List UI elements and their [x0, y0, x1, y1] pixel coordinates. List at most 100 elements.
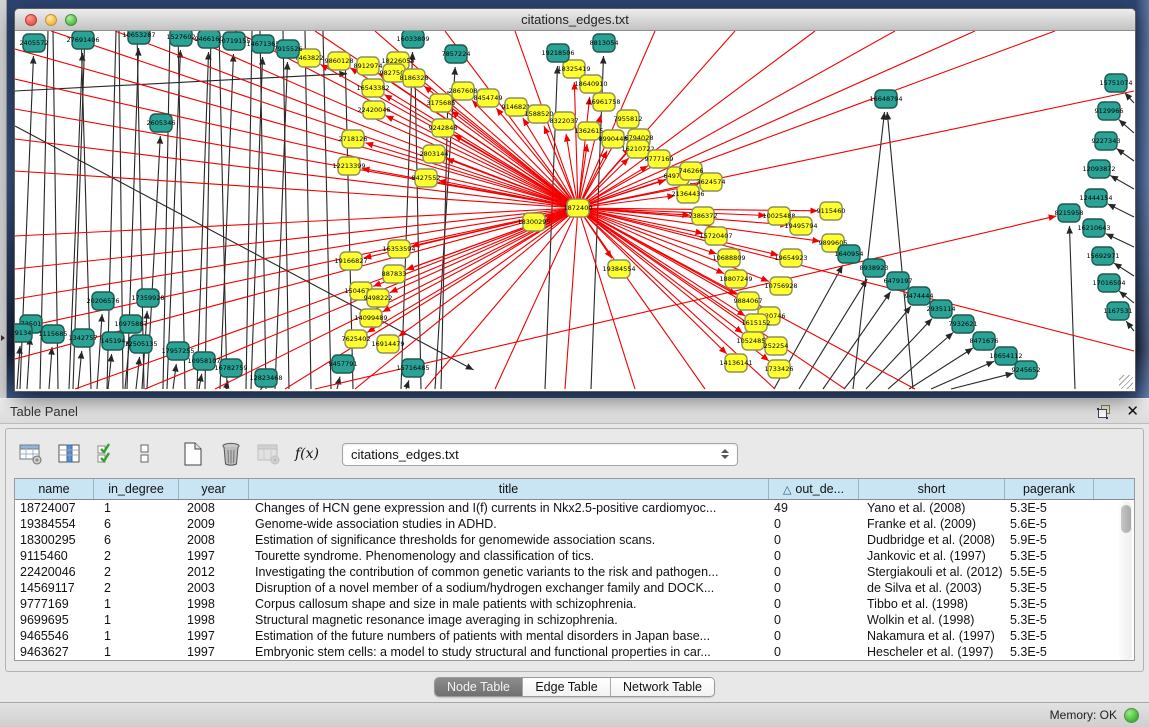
table-body[interactable]: 1872400712008Changes of HCN gene express…: [15, 500, 1134, 660]
graph-node[interactable]: 17359928: [131, 289, 164, 307]
column-header-short[interactable]: short: [859, 479, 1005, 499]
graph-node[interactable]: 27691406: [66, 31, 99, 49]
graph-node[interactable]: 22420046: [357, 101, 390, 119]
float-panel-icon[interactable]: [1097, 404, 1112, 419]
graph-node[interactable]: 9245652: [1012, 361, 1041, 379]
graph-node[interactable]: 10756928: [764, 277, 797, 295]
cell-short[interactable]: Dudbridge et al. (2008): [859, 532, 1005, 548]
graph-node[interactable]: 8912974: [354, 57, 383, 75]
cell-short[interactable]: Wolkin et al. (1998): [859, 612, 1005, 628]
cell-pagerank[interactable]: 5.3E-5: [1005, 628, 1094, 644]
graph-node[interactable]: 887833: [382, 265, 407, 283]
cell-pagerank[interactable]: 5.3E-5: [1005, 596, 1094, 612]
graph-node[interactable]: 8813054: [590, 34, 619, 52]
delete-table-icon[interactable]: [218, 442, 244, 466]
cell-name[interactable]: 18300295: [15, 532, 94, 548]
cell-out_de[interactable]: 0: [769, 580, 859, 596]
unselect-all-icon[interactable]: [132, 442, 158, 466]
table-row[interactable]: 946362711997Embryonic stem cells: a mode…: [15, 644, 1134, 660]
table-row[interactable]: 1456911722003Disruption of a novel membe…: [15, 580, 1134, 596]
cell-year[interactable]: 2003: [179, 580, 249, 596]
create-table-icon[interactable]: [180, 442, 206, 466]
graph-node[interactable]: 8186328: [400, 69, 429, 87]
cell-out_de[interactable]: 0: [769, 596, 859, 612]
graph-node[interactable]: 16648794: [869, 90, 902, 108]
graph-node[interactable]: 39134: [15, 324, 32, 342]
graph-node[interactable]: 8938923: [860, 259, 889, 277]
tab-node-table[interactable]: Node Table: [435, 678, 523, 696]
graph-node[interactable]: 9474444: [905, 287, 934, 305]
cell-title[interactable]: Investigating the contribution of common…: [249, 564, 769, 580]
cell-in_degree[interactable]: 6: [94, 532, 179, 548]
cell-pagerank[interactable]: 5.3E-5: [1005, 548, 1094, 564]
cell-pagerank[interactable]: 5.3E-5: [1005, 500, 1094, 516]
cell-short[interactable]: Yano et al. (2008): [859, 500, 1005, 516]
graph-node[interactable]: 14136141: [719, 354, 752, 372]
graph-node[interactable]: 16961758: [587, 93, 620, 111]
cell-name[interactable]: 19384554: [15, 516, 94, 532]
graph-node[interactable]: 9498222: [364, 289, 393, 307]
graph-node[interactable]: 1615152: [742, 314, 771, 332]
cell-pagerank[interactable]: 5.6E-5: [1005, 516, 1094, 532]
window-resize-grip[interactable]: [1119, 375, 1133, 389]
cell-name[interactable]: 18724007: [15, 500, 94, 516]
cell-short[interactable]: Hescheler et al. (1997): [859, 644, 1005, 660]
table-source-select[interactable]: citations_edges.txt: [342, 443, 738, 466]
table-row[interactable]: 946554611997Estimation of the future num…: [15, 628, 1134, 644]
graph-node[interactable]: 10653287: [122, 31, 155, 44]
cell-short[interactable]: Nakamura et al. (1997): [859, 628, 1005, 644]
cell-pagerank[interactable]: 5.3E-5: [1005, 612, 1094, 628]
graph-node[interactable]: 1872400: [564, 199, 593, 217]
table-mode-icon[interactable]: [18, 442, 44, 466]
graph-node[interactable]: 9242848: [429, 119, 458, 137]
graph-node[interactable]: 17016504: [1092, 274, 1125, 292]
graph-node[interactable]: 15692971: [1086, 247, 1119, 265]
cell-short[interactable]: Franke et al. (2009): [859, 516, 1005, 532]
cell-name[interactable]: 14569117: [15, 580, 94, 596]
cell-short[interactable]: Stergiakouli et al. (2012): [859, 564, 1005, 580]
cell-out_de[interactable]: 0: [769, 644, 859, 660]
graph-node[interactable]: 3624574: [697, 173, 726, 191]
graph-node[interactable]: 8215958: [1055, 204, 1084, 222]
window-titlebar[interactable]: citations_edges.txt: [15, 9, 1135, 31]
cell-title[interactable]: Estimation of significance thresholds fo…: [249, 532, 769, 548]
graph-node[interactable]: 10688809: [712, 249, 745, 267]
graph-node[interactable]: 9227343: [1092, 132, 1121, 150]
cell-name[interactable]: 9465546: [15, 628, 94, 644]
cell-pagerank[interactable]: 5.9E-5: [1005, 532, 1094, 548]
cell-pagerank[interactable]: 5.3E-5: [1005, 580, 1094, 596]
table-row[interactable]: 977716911998Corpus callosum shape and si…: [15, 596, 1134, 612]
cell-year[interactable]: 1997: [179, 644, 249, 660]
graph-node[interactable]: 7915526: [274, 40, 303, 58]
graph-node[interactable]: 8427552: [412, 169, 441, 187]
graph-node[interactable]: 9129966: [1095, 102, 1124, 120]
graph-node[interactable]: 15751074: [1099, 74, 1132, 92]
cell-year[interactable]: 2008: [179, 532, 249, 548]
column-header-pagerank[interactable]: pagerank: [1005, 479, 1094, 499]
table-header-row[interactable]: namein_degreeyeartitle△out_de...shortpag…: [15, 479, 1134, 500]
table-row[interactable]: 2242004622012Investigating the contribut…: [15, 564, 1134, 580]
graph-node[interactable]: 19654923: [774, 249, 807, 267]
table-row[interactable]: 1872400712008Changes of HCN gene express…: [15, 500, 1134, 516]
cell-out_de[interactable]: 0: [769, 516, 859, 532]
cell-in_degree[interactable]: 1: [94, 644, 179, 660]
graph-node[interactable]: 19384554: [602, 260, 635, 278]
graph-node[interactable]: 7955812: [614, 110, 643, 128]
cell-in_degree[interactable]: 2: [94, 580, 179, 596]
table-scrollbar[interactable]: [1119, 501, 1132, 660]
cell-year[interactable]: 2009: [179, 516, 249, 532]
table-row[interactable]: 969969511998Structural magnetic resonanc…: [15, 612, 1134, 628]
cell-pagerank[interactable]: 5.3E-5: [1005, 644, 1094, 660]
graph-node[interactable]: 2718126: [339, 130, 368, 148]
graph-node[interactable]: 1733426: [765, 360, 794, 378]
cell-year[interactable]: 2008: [179, 500, 249, 516]
graph-node[interactable]: 2803144: [420, 145, 449, 163]
cell-short[interactable]: Tibbo et al. (1998): [859, 596, 1005, 612]
graph-node[interactable]: 7932621: [949, 315, 978, 333]
graph-node[interactable]: 16210643: [1077, 219, 1110, 237]
graph-node[interactable]: 6479197: [884, 272, 913, 290]
cell-year[interactable]: 2012: [179, 564, 249, 580]
graph-node[interactable]: 12823468: [249, 369, 282, 387]
cell-year[interactable]: 1997: [179, 628, 249, 644]
graph-node[interactable]: 7386372: [689, 207, 718, 225]
